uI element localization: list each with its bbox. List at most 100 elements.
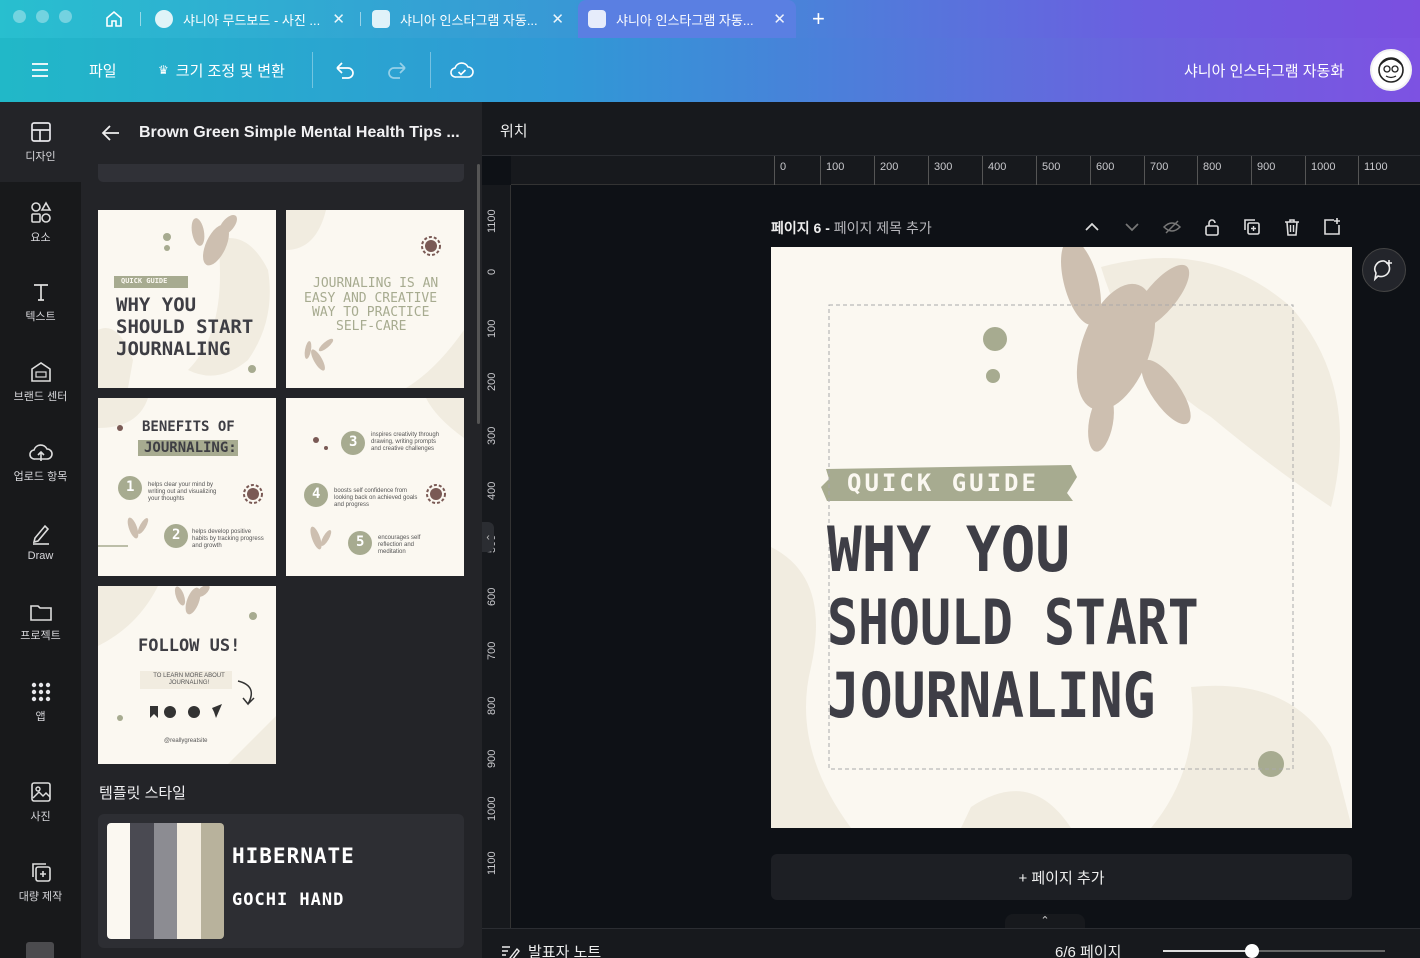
comment-button[interactable] bbox=[1362, 248, 1406, 292]
menu-button[interactable] bbox=[30, 38, 50, 102]
comment-add-icon bbox=[1373, 260, 1392, 282]
app-window: 샤니아 무드보드 - 사진 ... ✕ 샤니아 인스타그램 자동... ✕ 샤니… bbox=[0, 0, 1420, 958]
template-page-2[interactable]: JOURNALING IS AN EASY AND CREATIVE WAY T… bbox=[286, 210, 464, 388]
ruler-label: 1100 bbox=[1364, 161, 1388, 173]
chevron-down-icon[interactable] bbox=[1122, 217, 1142, 237]
back-arrow-icon[interactable] bbox=[101, 124, 121, 142]
tab-instagram-2-active[interactable]: 샤니아 인스타그램 자동... ✕ bbox=[578, 0, 796, 38]
file-menu-button[interactable]: 파일 bbox=[89, 38, 117, 102]
tab-close-icon[interactable]: ✕ bbox=[773, 10, 786, 28]
card3-num1: 1 bbox=[126, 479, 135, 495]
rail-item-photos[interactable]: 사진 bbox=[0, 767, 81, 837]
ruler-label: 1100 bbox=[486, 851, 498, 875]
hamburger-icon bbox=[32, 63, 48, 77]
heart-favicon-icon bbox=[588, 10, 606, 28]
rail-item-elements[interactable]: 요소 bbox=[0, 187, 81, 257]
page-count[interactable]: 6/6 페이지 bbox=[1055, 941, 1121, 958]
panel-header: Brown Green Simple Mental Health Tips ..… bbox=[81, 102, 482, 164]
tab-instagram-1[interactable]: 샤니아 인스타그램 자동... ✕ bbox=[362, 0, 574, 38]
card1-line2: SHOULD START bbox=[116, 316, 254, 338]
template-page-4[interactable]: 3 inspires creativity through drawing, w… bbox=[286, 398, 464, 576]
resize-button[interactable]: ♛ 크기 조정 및 변환 bbox=[158, 38, 285, 102]
ruler-tick bbox=[774, 156, 775, 185]
page-label[interactable]: 페이지 6 - 페이지 제목 추가 bbox=[771, 218, 932, 238]
design-line1[interactable]: WHY YOU bbox=[827, 519, 1070, 581]
style-font-body: GOCHI HAND bbox=[232, 890, 345, 910]
apply-all-pages-button[interactable] bbox=[98, 164, 464, 182]
vertical-ruler: 1100010020030040050060070080090010001100 bbox=[482, 185, 511, 958]
speaker-notes-button[interactable]: 발표자 노트 bbox=[500, 941, 601, 958]
add-page-button[interactable]: + 페이지 추가 bbox=[771, 854, 1352, 900]
tab-close-icon[interactable]: ✕ bbox=[551, 10, 564, 28]
window-close-dot[interactable] bbox=[13, 10, 26, 23]
window-zoom-dot[interactable] bbox=[59, 10, 72, 23]
panel-scrollbar[interactable] bbox=[477, 164, 480, 424]
rail-label: 브랜드 센터 bbox=[13, 390, 68, 403]
card4-text4: boosts self confidence from looking back… bbox=[334, 488, 418, 509]
ruler-label: 1100 bbox=[486, 209, 498, 233]
design-line3[interactable]: JOURNALING bbox=[827, 665, 1155, 727]
card5-sub: TO LEARN MORE ABOUT JOURNALING! bbox=[153, 673, 225, 687]
home-icon bbox=[106, 10, 122, 27]
zoom-slider[interactable] bbox=[1163, 944, 1385, 958]
rail-item-bulk-create[interactable]: 대량 제작 bbox=[0, 847, 81, 917]
duplicate-icon[interactable] bbox=[1242, 217, 1262, 237]
user-avatar-icon bbox=[1378, 57, 1404, 83]
rail-item-apps[interactable]: 앱 bbox=[0, 667, 81, 737]
design-tag[interactable]: QUICK GUIDE bbox=[847, 469, 1039, 497]
card4-num3: 3 bbox=[349, 434, 358, 450]
tab-moodboard[interactable]: 샤니아 무드보드 - 사진 ... ✕ bbox=[145, 0, 355, 38]
swatch-taupe bbox=[200, 823, 224, 939]
window-minimize-dot[interactable] bbox=[36, 10, 49, 23]
ruler-tick bbox=[1251, 156, 1252, 185]
collapse-panel-button[interactable]: ‹ bbox=[482, 522, 494, 552]
page-title-placeholder[interactable]: 페이지 제목 추가 bbox=[834, 220, 932, 236]
card3-line1: BENEFITS OF bbox=[142, 419, 235, 435]
project-name[interactable]: 샤니아 인스타그램 자동화 bbox=[1184, 38, 1344, 102]
card3-text2: helps develop positive habits by trackin… bbox=[192, 529, 264, 550]
layout-icon bbox=[30, 121, 51, 142]
hide-eye-icon[interactable] bbox=[1162, 217, 1182, 237]
bulk-create-icon bbox=[31, 862, 51, 882]
position-button[interactable]: 위치 bbox=[500, 120, 528, 141]
chevron-up-icon[interactable] bbox=[1082, 217, 1102, 237]
design-line2[interactable]: SHOULD START bbox=[827, 592, 1199, 654]
tab-title: 샤니아 인스타그램 자동... bbox=[400, 12, 538, 28]
rail-item-uploads[interactable]: 업로드 항목 bbox=[0, 427, 81, 497]
ruler-tick bbox=[1197, 156, 1198, 185]
crown-icon: ♛ bbox=[158, 63, 169, 77]
card4-num4: 4 bbox=[312, 486, 321, 502]
add-page-icon[interactable] bbox=[1322, 217, 1342, 237]
zoom-slider-thumb[interactable] bbox=[1244, 944, 1259, 958]
template-style-card[interactable]: HIBERNATE GOCHI HAND bbox=[98, 814, 464, 948]
new-tab-plus-icon[interactable]: + bbox=[812, 6, 825, 32]
ruler-tick bbox=[1090, 156, 1091, 185]
file-menu-label: 파일 bbox=[89, 62, 117, 80]
browser-tab-bar: 샤니아 무드보드 - 사진 ... ✕ 샤니아 인스타그램 자동... ✕ 샤니… bbox=[0, 0, 1420, 38]
undo-button[interactable] bbox=[333, 38, 357, 102]
redo-button[interactable] bbox=[385, 38, 409, 102]
rail-extra-app-icon[interactable] bbox=[26, 942, 54, 958]
trash-icon[interactable] bbox=[1282, 217, 1302, 237]
rail-label: 텍스트 bbox=[25, 310, 56, 323]
template-title: Brown Green Simple Mental Health Tips ..… bbox=[139, 124, 460, 141]
template-page-5[interactable]: FOLLOW US! TO LEARN MORE ABOUT JOURNALIN… bbox=[98, 586, 276, 764]
cloud-save-button[interactable] bbox=[449, 38, 475, 102]
ruler-label: 0 bbox=[486, 268, 498, 275]
rail-item-text[interactable]: 텍스트 bbox=[0, 267, 81, 337]
rail-item-projects[interactable]: 프로젝트 bbox=[0, 587, 81, 657]
ruler-tick bbox=[1036, 156, 1037, 185]
rail-item-brand[interactable]: 브랜드 센터 bbox=[0, 347, 81, 417]
rail-item-design[interactable]: 디자인 bbox=[0, 107, 81, 177]
undo-icon bbox=[336, 62, 354, 79]
design-canvas[interactable]: QUICK GUIDE WHY YOU SHOULD START JOURNAL… bbox=[771, 247, 1352, 828]
ruler-label: 300 bbox=[486, 426, 498, 445]
avatar[interactable] bbox=[1370, 49, 1412, 91]
canva-favicon-icon bbox=[155, 10, 173, 28]
lock-icon[interactable] bbox=[1202, 217, 1222, 237]
home-tab[interactable] bbox=[100, 8, 128, 30]
template-page-1[interactable]: QUICK GUIDE WHY YOU SHOULD START JOURNAL… bbox=[98, 210, 276, 388]
rail-item-draw[interactable]: Draw bbox=[0, 507, 81, 577]
template-page-3[interactable]: BENEFITS OF JOURNALING: 1 helps clear yo… bbox=[98, 398, 276, 576]
tab-close-icon[interactable]: ✕ bbox=[332, 10, 345, 28]
